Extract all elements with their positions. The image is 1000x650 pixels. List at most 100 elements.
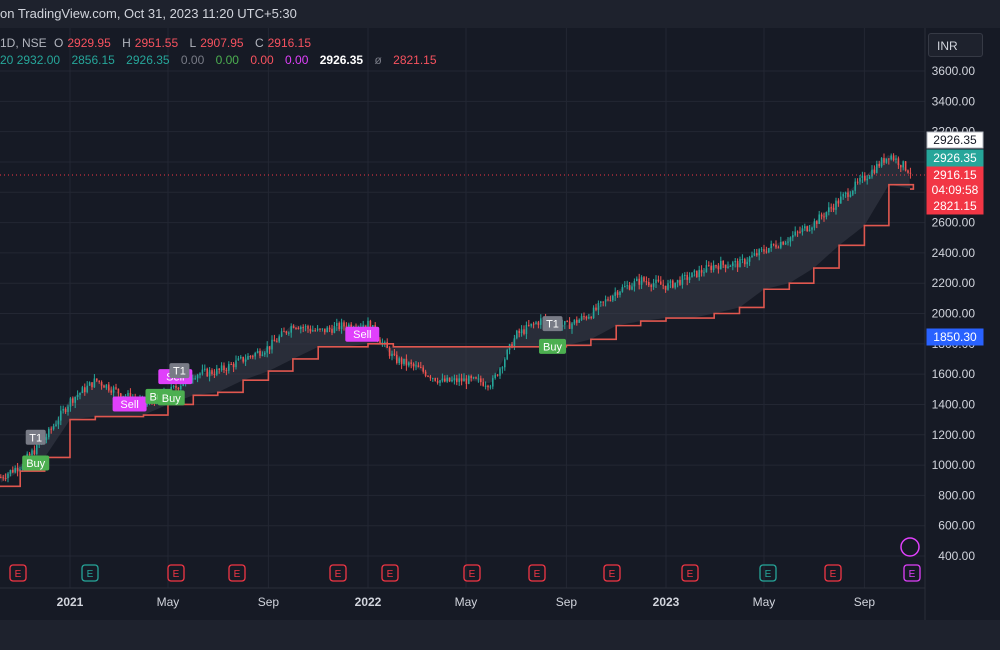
price-axis[interactable]: 3600.003400.003200.003000.002800.002600.… <box>924 28 976 620</box>
candle-body <box>441 378 444 381</box>
candle-body <box>880 158 883 167</box>
candle-body <box>739 259 741 268</box>
candle-body <box>204 368 206 370</box>
candle-body <box>523 329 525 334</box>
time-axis[interactable]: 2021 May Sep 2022 May Sep 2023 May Sep <box>0 587 925 609</box>
high-label: H <box>122 36 131 50</box>
price-chart[interactable]: T1BuySellBuyBuySellT1SellT1Buy EEEEEEEEE… <box>0 28 1000 620</box>
candle-body <box>259 350 261 356</box>
candle-body <box>458 378 460 383</box>
candle-body <box>477 378 480 380</box>
earnings-marker-label: E <box>173 569 180 580</box>
candle-body <box>669 280 672 284</box>
candle-body <box>340 322 343 330</box>
candle-body <box>470 376 472 379</box>
candle-body <box>271 339 273 350</box>
candle-body <box>108 384 110 391</box>
candle-body <box>45 437 48 440</box>
candle-body <box>652 283 655 287</box>
candle-body <box>31 450 33 456</box>
candle-body <box>16 467 19 472</box>
candle-body <box>225 369 228 371</box>
candle-body <box>775 244 777 248</box>
candle-body <box>744 259 746 265</box>
candle-body <box>842 194 844 197</box>
candle-body <box>844 192 847 195</box>
candle-body <box>292 326 295 328</box>
candle-body <box>484 385 487 387</box>
candle-body <box>172 385 175 387</box>
candle-body <box>688 277 691 280</box>
candle-body <box>446 377 448 382</box>
candle-body <box>232 364 235 368</box>
candle-body <box>628 285 631 290</box>
candle-body <box>604 299 607 302</box>
earnings-marker-label: E <box>534 569 541 580</box>
candle-body <box>662 284 664 286</box>
candle-body <box>494 374 496 379</box>
candle-body <box>103 385 105 388</box>
tag-last-price-text: 2916.15 <box>933 168 977 182</box>
price-tick-label: 1400.00 <box>932 397 976 411</box>
low-label: L <box>189 36 197 50</box>
candle-body <box>676 279 679 283</box>
candle-body <box>302 327 304 329</box>
candle-body <box>9 469 12 474</box>
candle-body <box>532 323 535 325</box>
candle-body <box>655 279 657 284</box>
candle-body <box>460 378 463 382</box>
candle-body <box>772 243 775 245</box>
candle-body <box>336 323 338 327</box>
candle-body <box>636 278 638 282</box>
candle-body <box>698 269 700 278</box>
candle-body <box>218 368 220 371</box>
candle-body <box>384 342 386 344</box>
currency-selector[interactable]: INR <box>928 33 983 57</box>
candle-body <box>585 316 588 319</box>
candle-body <box>403 358 405 365</box>
earnings-marker-label: E <box>765 569 772 580</box>
candle-body <box>496 374 499 376</box>
candle-body <box>835 200 837 210</box>
candle-body <box>393 353 396 355</box>
candle-body <box>48 428 50 438</box>
time-tick-label: May <box>455 595 478 609</box>
candle-body <box>444 378 446 382</box>
earnings-marker-label: E <box>87 569 94 580</box>
candle-body <box>888 158 890 160</box>
candle-body <box>206 368 208 377</box>
candle-body <box>907 170 909 173</box>
candle-body <box>367 320 369 328</box>
candle-body <box>600 301 602 304</box>
indicator-value-6: 0.00 <box>250 53 274 67</box>
candle-body <box>650 285 652 287</box>
candle-body <box>777 247 780 249</box>
candle-body <box>823 216 825 218</box>
signal-sell-label: Sell <box>120 399 138 411</box>
candle-body <box>331 329 333 333</box>
candle-body <box>782 241 784 245</box>
candle-body <box>388 347 391 357</box>
candle-body <box>74 397 76 403</box>
indicator-value-2: 2856.15 <box>71 53 115 67</box>
candle-body <box>326 327 328 333</box>
indicator-value-7: 0.00 <box>285 53 309 67</box>
candle-body <box>645 281 648 283</box>
candle-body <box>120 393 122 397</box>
candle-body <box>96 378 98 381</box>
candle-body <box>657 279 660 282</box>
candle-body <box>612 295 614 301</box>
candle-body <box>741 259 744 261</box>
candle-body <box>820 214 823 217</box>
candle-body <box>223 365 225 370</box>
candle-body <box>619 291 621 295</box>
candle-body <box>746 261 748 265</box>
candle-body <box>288 332 290 334</box>
candle-body <box>722 260 724 265</box>
candle-body <box>434 378 436 381</box>
candle-body <box>432 378 434 380</box>
indicator-separator: ø <box>374 53 382 67</box>
candle-body <box>868 176 871 179</box>
candle-body <box>86 385 88 393</box>
candle-body <box>110 390 112 393</box>
